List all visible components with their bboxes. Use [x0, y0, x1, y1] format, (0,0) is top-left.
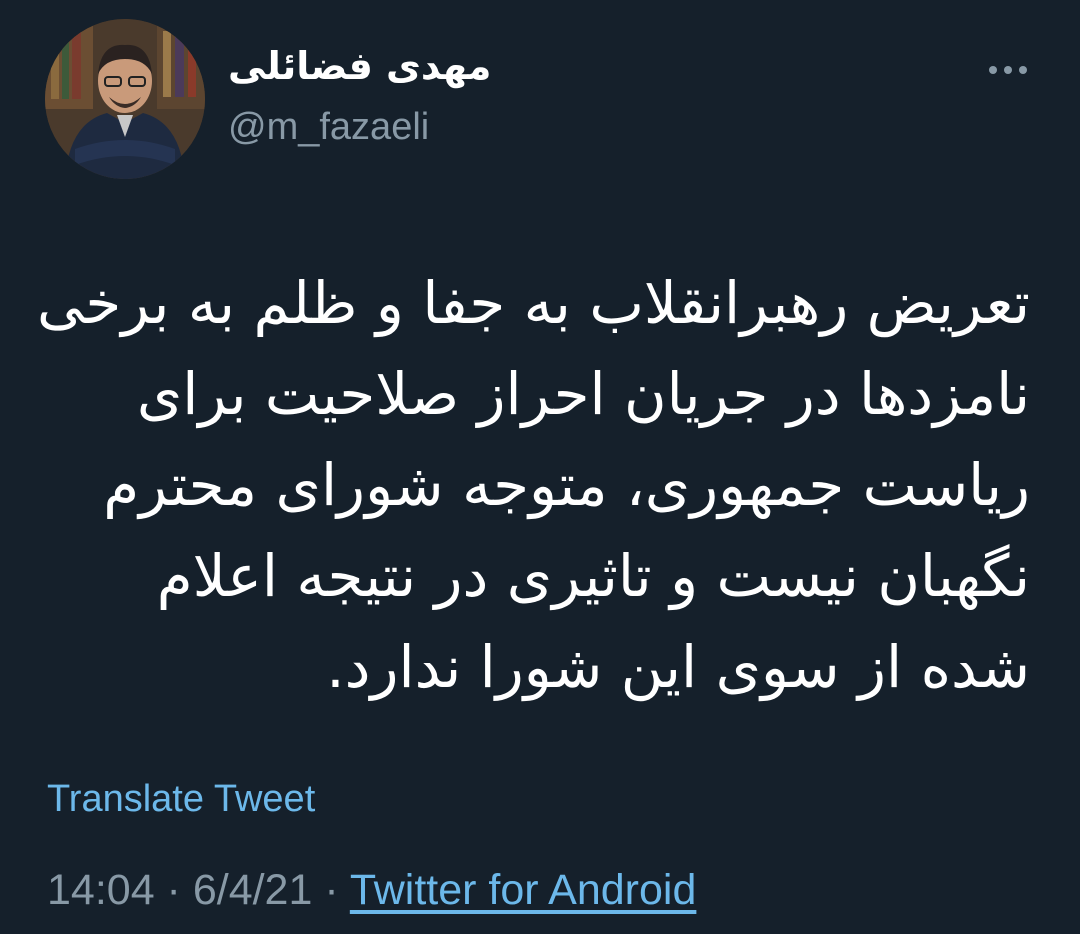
- author-handle[interactable]: @m_fazaeli: [228, 106, 429, 149]
- more-options-button[interactable]: [978, 52, 1038, 88]
- tweet-date[interactable]: 6/4/21: [193, 866, 313, 914]
- tweet-text-line: تعریض رهبرانقلاب به جفا و ظلم به برخی: [37, 269, 1030, 337]
- tweet-source-link[interactable]: Twitter for Android: [350, 866, 697, 914]
- tweet-text: تعریض رهبرانقلاب به جفا و ظلم به برخی نا…: [37, 258, 1030, 713]
- meta-separator: ·: [312, 866, 350, 914]
- more-horizontal-icon: [989, 66, 997, 74]
- tweet-meta: 14:04 · 6/4/21 · Twitter for Android: [47, 866, 696, 915]
- meta-separator: ·: [154, 866, 193, 914]
- tweet-text-line: نامزدها در جریان احراز صلاحیت برای: [136, 360, 1030, 428]
- tweet-time[interactable]: 14:04: [47, 866, 155, 914]
- tweet-text-line: شده از سوی این شورا ندارد.: [326, 633, 1030, 701]
- tweet-text-line: ریاست جمهوری، متوجه شورای محترم: [103, 451, 1030, 519]
- translate-tweet-link[interactable]: Translate Tweet: [47, 778, 315, 821]
- avatar[interactable]: [45, 19, 205, 179]
- tweet-text-line: نگهبان نیست و تاثیری در نتیجه اعلام: [156, 542, 1030, 610]
- tweet-card: مهدی فضائلی @m_fazaeli تعریض رهبرانقلاب …: [0, 0, 1080, 934]
- author-display-name[interactable]: مهدی فضائلی: [228, 44, 491, 88]
- profile-photo-icon: [45, 19, 205, 179]
- more-dot: [1019, 66, 1027, 74]
- more-dot: [1004, 66, 1012, 74]
